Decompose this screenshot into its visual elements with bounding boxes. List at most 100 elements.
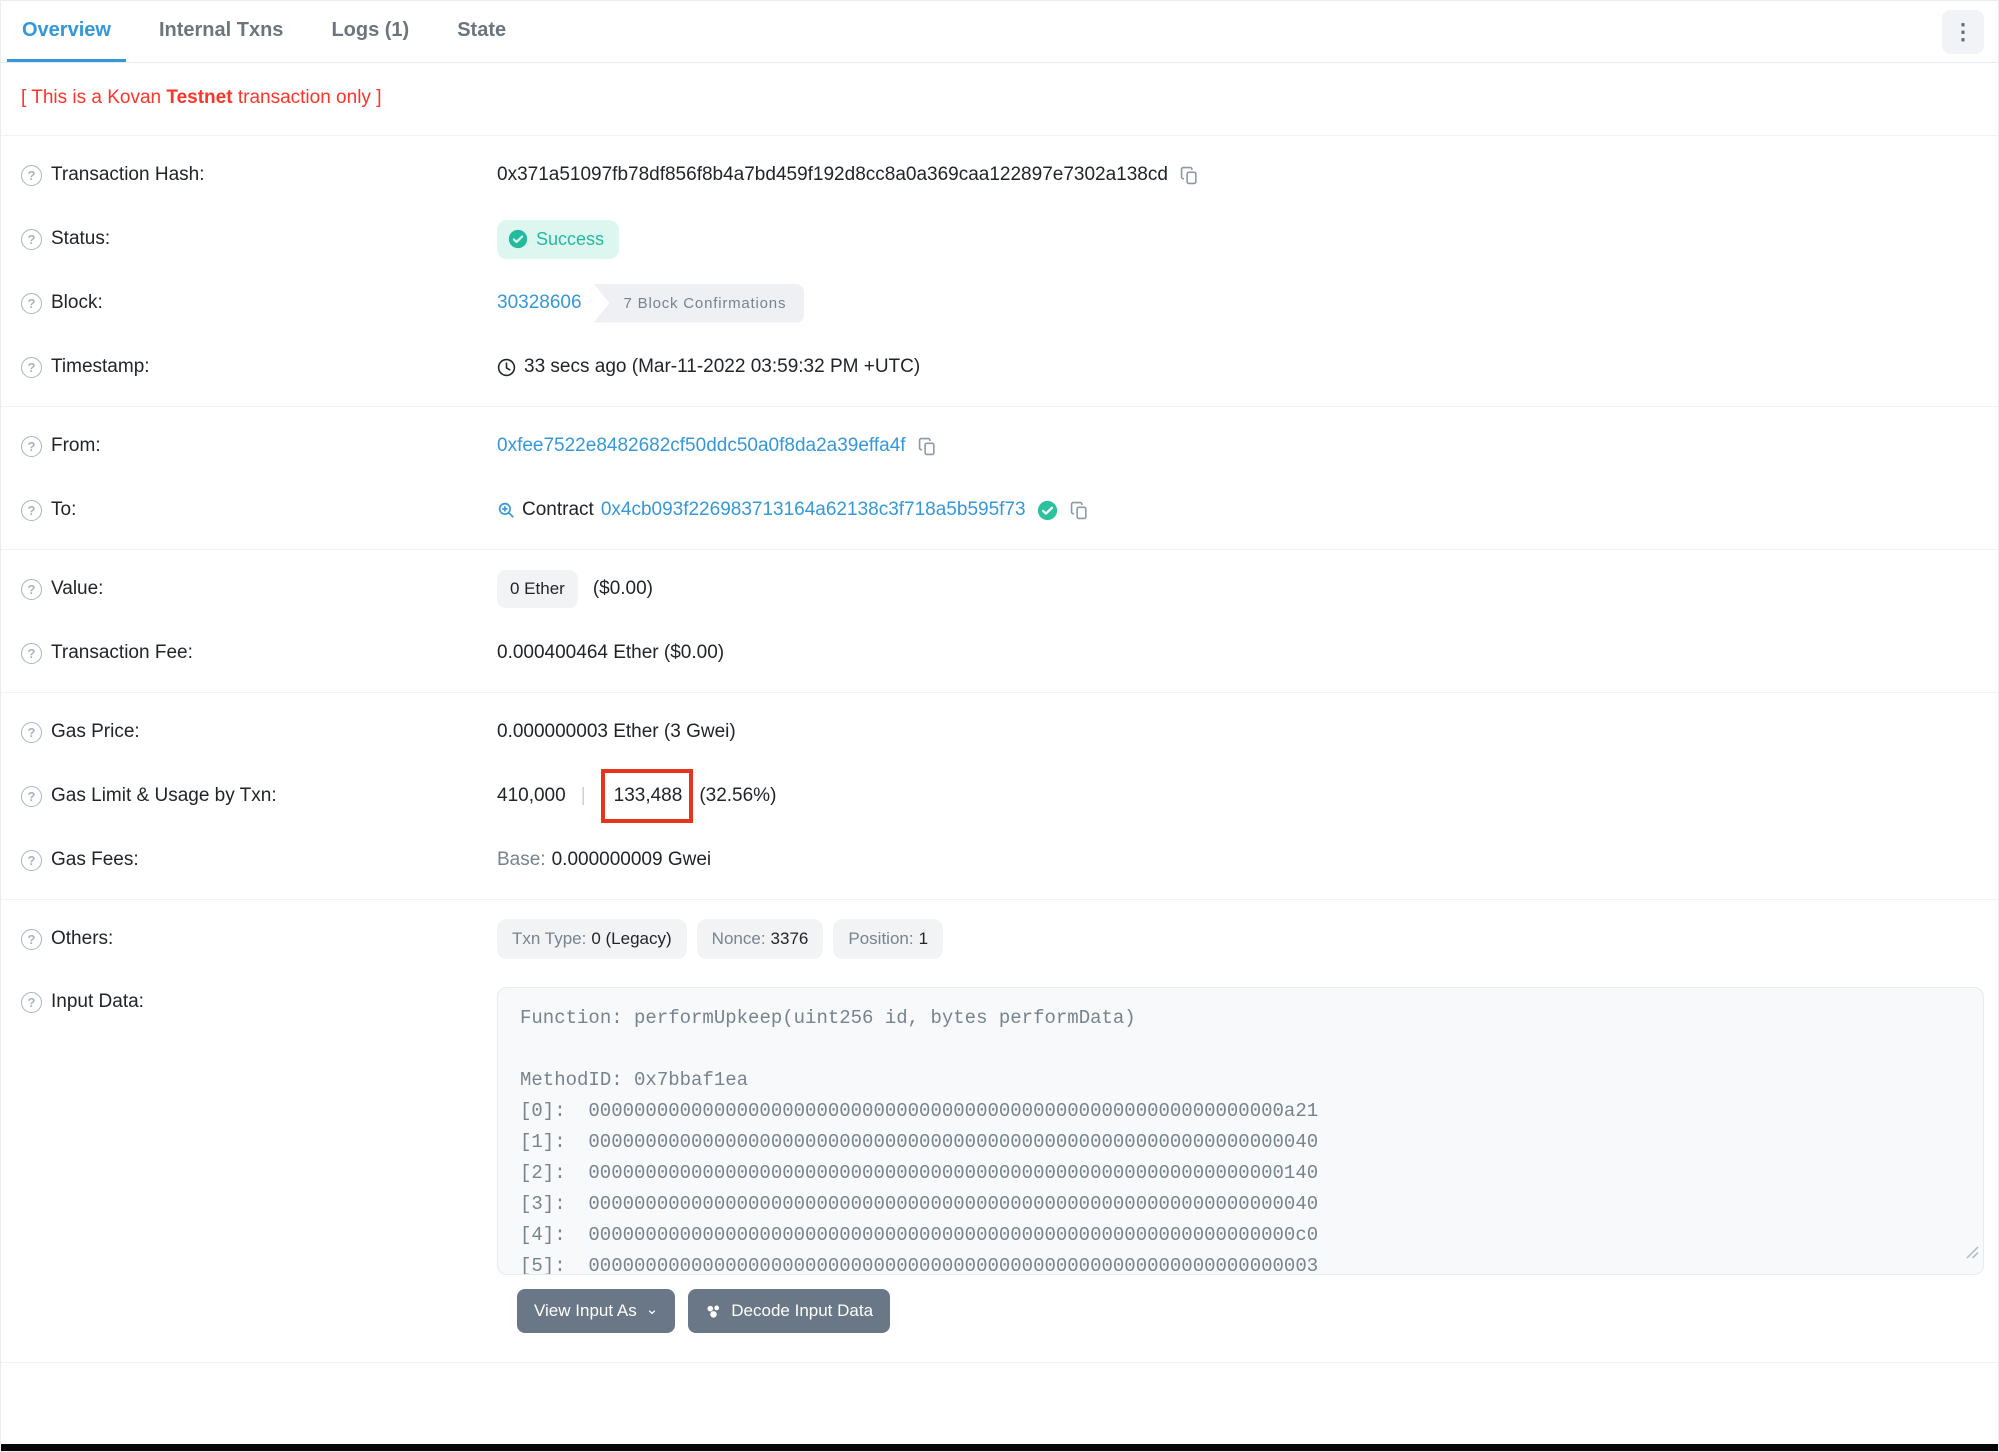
help-icon[interactable]: ?	[21, 578, 42, 600]
row-gas-limit-usage: ? Gas Limit & Usage by Txn: 410,000 | 13…	[1, 764, 1998, 828]
input-actions: View Input As ⌄ Decode Input Data	[517, 1289, 1998, 1333]
help-icon[interactable]: ?	[21, 721, 42, 743]
gas-used-value: 133,488	[613, 785, 683, 806]
help-icon[interactable]: ?	[21, 785, 42, 807]
block-confirmations-badge: 7 Block Confirmations	[593, 283, 805, 323]
help-icon[interactable]: ?	[21, 356, 42, 378]
block-number-link[interactable]: 30328606	[497, 292, 582, 314]
copy-icon[interactable]	[918, 437, 937, 456]
help-icon[interactable]: ?	[21, 928, 42, 950]
ether-value-badge: 0 Ether	[497, 570, 578, 608]
input-param-line: [4]: 000000000000000000000000000000000000…	[520, 1224, 1319, 1246]
badge-nonce: Nonce: 3376	[696, 919, 824, 959]
section-others-input: ? Others: Txn Type: 0 (Legacy) Nonce: 3376 P…	[1, 900, 1998, 1363]
function-signature: Function: performUpkeep(uint256 id, byte…	[520, 1007, 1136, 1029]
badge-txn-type: Txn Type: 0 (Legacy)	[497, 919, 687, 959]
bottom-bar	[1, 1444, 1998, 1451]
tab-logs-1[interactable]: Logs (1)	[316, 1, 424, 62]
help-icon[interactable]: ?	[21, 292, 42, 314]
input-data-label: Input Data:	[51, 991, 144, 1012]
badge-position: Position: 1	[833, 919, 944, 959]
annotation-red-box: 133,488	[600, 769, 694, 823]
section-value: ? Value: 0 Ether ($0.00) ? Transaction F…	[1, 550, 1998, 693]
row-timestamp: ? Timestamp: 33 secs ago (Mar-11-2022 03…	[1, 335, 1998, 399]
tab-bar: Overview Internal Txns Logs (1) State ⋮	[1, 1, 1998, 63]
notice-text: [ This is a Kovan	[21, 87, 167, 108]
tab-state[interactable]: State	[442, 1, 521, 62]
from-label: From:	[51, 435, 101, 456]
input-param-line: [3]: 000000000000000000000000000000000000…	[520, 1193, 1319, 1215]
kebab-menu-icon: ⋮	[1952, 18, 1974, 44]
decode-icon	[707, 1305, 720, 1318]
row-others: ? Others: Txn Type: 0 (Legacy) Nonce: 3376 P…	[1, 907, 1998, 971]
section-gas: ? Gas Price: 0.000000003 Ether (3 Gwei) …	[1, 693, 1998, 900]
input-param-line: [1]: 000000000000000000000000000000000000…	[520, 1131, 1319, 1153]
value-label: Value:	[51, 578, 104, 599]
gas-limit-value: 410,000	[497, 785, 566, 806]
transaction-fee-label: Transaction Fee:	[51, 642, 193, 663]
more-options-button[interactable]: ⋮	[1942, 9, 1984, 54]
status-value: Success	[536, 228, 605, 249]
section-summary: ? Transaction Hash: 0x371a51097fb78df856…	[1, 136, 1998, 407]
tab-overview[interactable]: Overview	[7, 1, 126, 62]
row-gas-fees: ? Gas Fees: Base: 0.000000009 Gwei	[1, 828, 1998, 892]
view-input-as-button[interactable]: View Input As ⌄	[517, 1289, 676, 1333]
gas-used-percent: (32.56%)	[699, 785, 777, 806]
verified-check-icon	[1037, 500, 1057, 520]
transaction-hash-value: 0x371a51097fb78df856f8b4a7bd459f192d8cc8…	[497, 164, 1168, 185]
notice-text-suffix: transaction only ]	[232, 87, 382, 108]
copy-icon[interactable]	[1180, 166, 1199, 185]
to-kind-label: Contract	[522, 499, 594, 520]
help-icon[interactable]: ?	[21, 435, 42, 457]
gas-price-label: Gas Price:	[51, 721, 140, 742]
help-icon[interactable]: ?	[21, 642, 42, 664]
row-gas-price: ? Gas Price: 0.000000003 Ether (3 Gwei)	[1, 700, 1998, 764]
copy-icon[interactable]	[1070, 501, 1089, 520]
to-label: To:	[51, 499, 77, 520]
method-id: MethodID: 0x7bbaf1ea	[520, 1069, 749, 1091]
status-label: Status:	[51, 228, 111, 249]
resize-handle-icon[interactable]	[1966, 1239, 1979, 1270]
help-icon[interactable]: ?	[21, 228, 42, 250]
chevron-down-icon: ⌄	[645, 1301, 659, 1318]
tab-internal-txns[interactable]: Internal Txns	[144, 1, 298, 62]
row-transaction-hash: ? Transaction Hash: 0x371a51097fb78df856…	[1, 143, 1998, 207]
row-input-data: ? Input Data: Function: performUpkeep(ui…	[1, 971, 1998, 1275]
clock-icon	[497, 358, 516, 376]
input-param-line: [5]: 000000000000000000000000000000000000…	[520, 1255, 1319, 1275]
row-value: ? Value: 0 Ether ($0.00)	[1, 557, 1998, 621]
input-params: [0]: 000000000000000000000000000000000000…	[520, 1096, 1961, 1275]
help-icon[interactable]: ?	[21, 164, 42, 186]
decode-input-data-button[interactable]: Decode Input Data	[688, 1289, 891, 1333]
input-data-box[interactable]: Function: performUpkeep(uint256 id, byte…	[497, 987, 1984, 1275]
status-badge: Success	[497, 219, 620, 259]
timestamp-label: Timestamp:	[51, 356, 150, 377]
testnet-notice: [ This is a Kovan Testnet transaction on…	[1, 63, 1998, 136]
help-icon[interactable]: ?	[21, 991, 42, 1013]
from-address-link[interactable]: 0xfee7522e8482682cf50ddc50a0f8da2a39effa…	[497, 435, 906, 457]
row-transaction-fee: ? Transaction Fee: 0.000400464 Ether ($0…	[1, 621, 1998, 685]
block-label: Block:	[51, 292, 103, 313]
gas-price-value: 0.000000003 Ether (3 Gwei)	[497, 721, 736, 742]
input-param-line: [2]: 000000000000000000000000000000000000…	[520, 1162, 1319, 1184]
row-to: ? To: Contract 0x4cb093f226983713164a621…	[1, 478, 1998, 542]
to-address-link[interactable]: 0x4cb093f226983713164a62138c3f718a5b595f…	[601, 499, 1026, 521]
base-fee-value: 0.000000009 Gwei	[551, 849, 712, 870]
help-icon[interactable]: ?	[21, 849, 42, 871]
base-fee-label: Base:	[497, 849, 546, 870]
gas-limit-usage-label: Gas Limit & Usage by Txn:	[51, 785, 277, 806]
tabs: Overview Internal Txns Logs (1) State	[7, 1, 539, 62]
input-param-line: [0]: 000000000000000000000000000000000000…	[520, 1100, 1319, 1122]
view-input-as-label: View Input As	[534, 1301, 637, 1320]
usd-value: ($0.00)	[592, 578, 654, 599]
zoom-in-icon[interactable]	[497, 501, 515, 519]
separator: |	[580, 785, 586, 806]
timestamp-value: 33 secs ago (Mar-11-2022 03:59:32 PM +UT…	[524, 356, 921, 377]
others-badges: Txn Type: 0 (Legacy) Nonce: 3376 Position: 1	[497, 919, 1998, 959]
row-status: ? Status: Success	[1, 207, 1998, 271]
transaction-detail-page: Overview Internal Txns Logs (1) State ⋮ [ T…	[0, 0, 1999, 1452]
others-label: Others:	[51, 928, 114, 949]
row-from: ? From: 0xfee7522e8482682cf50ddc50a0f8da…	[1, 414, 1998, 478]
transaction-hash-label: Transaction Hash:	[51, 164, 205, 185]
help-icon[interactable]: ?	[21, 499, 42, 521]
